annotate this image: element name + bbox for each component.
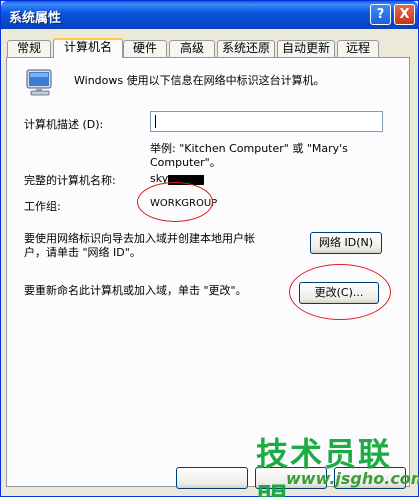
example-text-line2: Computer"。 xyxy=(150,156,221,169)
highlight-circle-change xyxy=(289,264,391,320)
window-title: 系统属性 xyxy=(9,11,62,26)
network-id-text-line2: 户，请单击 "网络 ID"。 xyxy=(24,246,141,259)
help-icon[interactable]: ? xyxy=(370,4,391,25)
watermark-url: www.jsgho.com xyxy=(286,469,419,488)
computer-name-panel: Windows 使用以下信息在网络中标识这台计算机。 计算机描述 (D): 举例… xyxy=(6,57,410,487)
highlight-circle-workgroup xyxy=(137,182,213,222)
tab-system-restore[interactable]: 系统还原 xyxy=(217,40,275,57)
title-bar[interactable]: 系统属性 ? X xyxy=(1,1,418,29)
description-input[interactable] xyxy=(150,111,383,132)
tab-computer-name[interactable]: 计算机名 xyxy=(53,38,123,58)
workgroup-label: 工作组: xyxy=(24,200,61,213)
system-properties-window: 系统属性 ? X 常规 计算机名 硬件 高级 系统还原 自动更新 远程 Wind… xyxy=(0,0,419,497)
tab-general[interactable]: 常规 xyxy=(7,40,51,57)
full-name-label: 完整的计算机名称: xyxy=(24,174,116,187)
tab-hardware[interactable]: 硬件 xyxy=(123,40,167,57)
ok-button[interactable] xyxy=(176,467,248,489)
close-icon[interactable]: X xyxy=(394,4,415,25)
intro-text: Windows 使用以下信息在网络中标识这台计算机。 xyxy=(74,74,325,87)
rename-text: 要重新命名此计算机或加入域，单击 "更改"。 xyxy=(24,284,247,297)
tab-automatic-updates[interactable]: 自动更新 xyxy=(277,40,335,57)
computer-icon xyxy=(26,69,52,96)
tab-advanced[interactable]: 高级 xyxy=(169,40,215,57)
text-caret xyxy=(155,115,156,128)
description-label: 计算机描述 (D): xyxy=(24,118,104,131)
network-id-button[interactable]: 网络 ID(N) xyxy=(310,232,382,254)
tab-remote[interactable]: 远程 xyxy=(337,40,379,57)
